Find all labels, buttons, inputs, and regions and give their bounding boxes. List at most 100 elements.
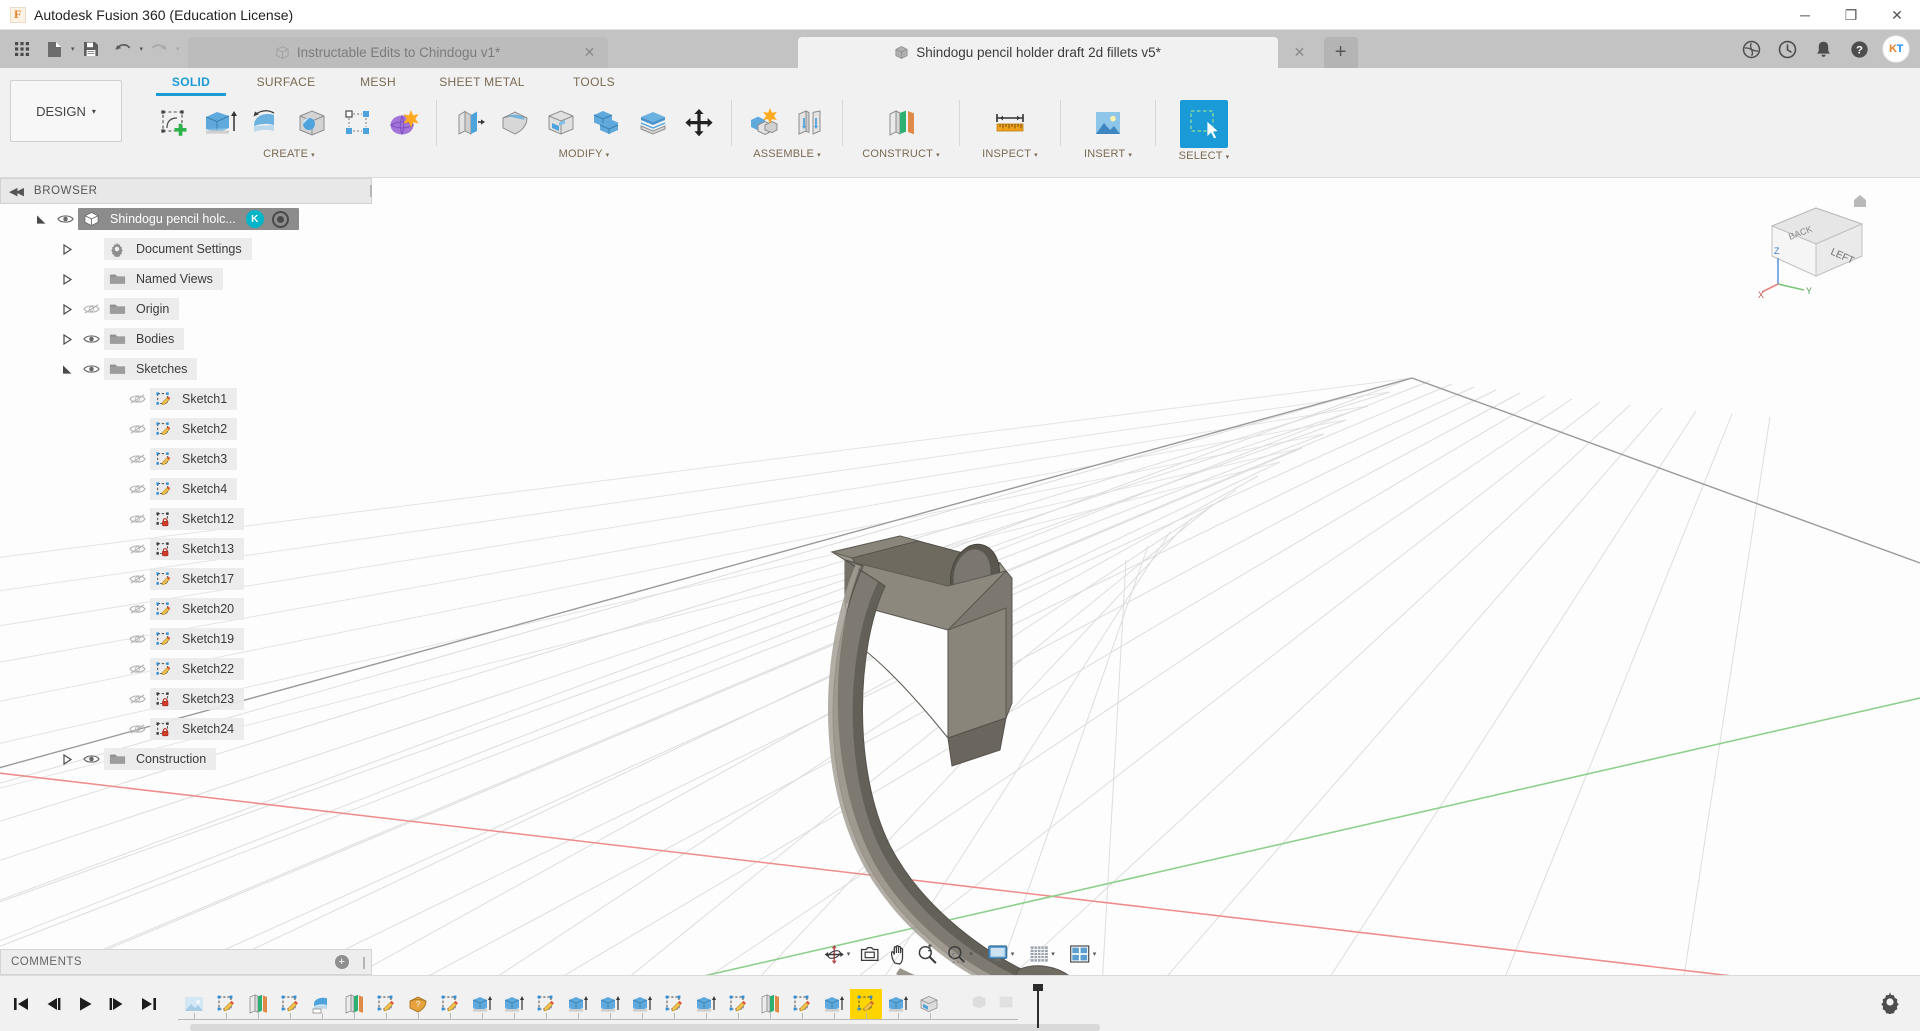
ribbon-tab-tools[interactable]: TOOLS: [544, 75, 644, 92]
browser-node-sketch22[interactable]: Sketch22: [0, 654, 378, 684]
ribbon-panel-modify-label[interactable]: MODIFY ▾: [559, 148, 610, 160]
go-to-beginning-button[interactable]: [6, 987, 36, 1021]
visibility-eye-icon[interactable]: [124, 418, 150, 440]
redo-icon[interactable]: [144, 34, 174, 64]
expand-arrow-closed-icon[interactable]: [56, 238, 78, 260]
browser-node-construction[interactable]: Construction: [0, 744, 378, 774]
expand-arrow-closed-icon[interactable]: [56, 748, 78, 770]
joint-button[interactable]: [788, 100, 832, 146]
visibility-eye-icon[interactable]: [124, 508, 150, 530]
view-cube[interactable]: BACK LEFT Z Y X: [1758, 190, 1878, 300]
display-settings-button[interactable]: ▾: [984, 941, 1018, 967]
visibility-eye-icon[interactable]: [124, 478, 150, 500]
undo-icon[interactable]: [108, 34, 138, 64]
timeline-scrollbar[interactable]: [190, 1024, 1100, 1031]
component-activate-icon[interactable]: [271, 210, 289, 228]
ribbon-panel-inspect-label[interactable]: INSPECT ▾: [982, 148, 1038, 160]
ribbon-panel-construct-label[interactable]: CONSTRUCT ▾: [862, 148, 940, 160]
browser-node-sketch3[interactable]: Sketch3: [0, 444, 378, 474]
display-settings-caret[interactable]: ▾: [1011, 950, 1015, 958]
browser-node-sketch4[interactable]: Sketch4: [0, 474, 378, 504]
browser-node-named-views[interactable]: Named Views: [0, 264, 378, 294]
grid-apps-icon[interactable]: [7, 34, 37, 64]
split-face-button[interactable]: [631, 100, 675, 146]
new-document-caret[interactable]: ▾: [71, 45, 75, 53]
visibility-eye-icon[interactable]: [124, 628, 150, 650]
press-pull-button[interactable]: [447, 100, 491, 146]
ribbon-panel-create-label[interactable]: CREATE ▾: [263, 148, 315, 160]
browser-node-sketch23[interactable]: Sketch23: [0, 684, 378, 714]
browser-collapse-icon[interactable]: ◀◀: [9, 185, 24, 198]
ribbon-tab-surface[interactable]: SURFACE: [236, 75, 336, 92]
minimize-button[interactable]: ─: [1782, 0, 1828, 30]
expand-arrow-open-icon[interactable]: [30, 208, 52, 230]
visibility-eye-icon[interactable]: [124, 658, 150, 680]
insert-image-button[interactable]: [1083, 100, 1133, 146]
step-back-button[interactable]: [38, 987, 68, 1021]
close-button[interactable]: ✕: [1874, 0, 1920, 30]
visibility-eye-icon[interactable]: [124, 568, 150, 590]
new-document-icon[interactable]: [39, 34, 69, 64]
offset-plane-button[interactable]: [874, 100, 928, 146]
browser-node-sketch20[interactable]: Sketch20: [0, 594, 378, 624]
shell-button[interactable]: [539, 100, 583, 146]
zoom-button[interactable]: [913, 941, 940, 967]
browser-node-sketch19[interactable]: Sketch19: [0, 624, 378, 654]
browser-node-sketch13[interactable]: Sketch13: [0, 534, 378, 564]
sphere-button[interactable]: [290, 100, 334, 146]
expand-arrow-closed-icon[interactable]: [56, 298, 78, 320]
visibility-eye-icon[interactable]: [124, 388, 150, 410]
pan-button[interactable]: [885, 941, 911, 967]
workspace-switcher[interactable]: DESIGN ▾: [10, 80, 122, 142]
timeline-settings-icon[interactable]: [1878, 990, 1904, 1017]
ribbon-panel-select-label[interactable]: SELECT ▾: [1179, 150, 1230, 162]
select-tool-button[interactable]: [1180, 100, 1228, 148]
pattern-button[interactable]: [336, 100, 380, 146]
browser-node-sketch24[interactable]: Sketch24: [0, 714, 378, 744]
revolve-button[interactable]: [244, 100, 288, 146]
job-status-icon[interactable]: [1738, 36, 1764, 62]
visibility-eye-icon[interactable]: [78, 298, 104, 320]
browser-node-sketch17[interactable]: Sketch17: [0, 564, 378, 594]
visibility-eye-icon[interactable]: [52, 208, 78, 230]
viewports-button[interactable]: ▾: [1066, 941, 1100, 967]
go-to-end-button[interactable]: [134, 987, 164, 1021]
add-comment-icon[interactable]: +: [335, 955, 349, 969]
ribbon-tab-solid[interactable]: SOLID: [146, 75, 236, 96]
ribbon-panel-insert-label[interactable]: INSERT ▾: [1084, 148, 1132, 160]
visibility-eye-icon[interactable]: [78, 748, 104, 770]
orbit-button[interactable]: ▾: [821, 941, 854, 967]
zoom-window-caret[interactable]: ▾: [969, 950, 973, 958]
form-button[interactable]: [382, 100, 426, 146]
avatar[interactable]: KT: [1882, 35, 1910, 63]
browser-node-bodies[interactable]: Bodies: [0, 324, 378, 354]
expand-arrow-closed-icon[interactable]: [56, 328, 78, 350]
visibility-eye-icon[interactable]: [124, 718, 150, 740]
visibility-eye-icon[interactable]: [124, 538, 150, 560]
combine-button[interactable]: [585, 100, 629, 146]
ribbon-tab-sheet-metal[interactable]: SHEET METAL: [420, 75, 544, 92]
zoom-window-button[interactable]: ▾: [942, 941, 976, 967]
document-tab-close-icon[interactable]: ✕: [1292, 44, 1308, 61]
browser-resize-grip[interactable]: [370, 185, 372, 197]
create-sketch-button[interactable]: [152, 100, 196, 146]
expand-arrow-open-icon[interactable]: [56, 358, 78, 380]
new-component-button[interactable]: [742, 100, 786, 146]
timeline-ghost-feature-icon[interactable]: [970, 992, 992, 1015]
comments-panel[interactable]: COMMENTS +: [0, 949, 372, 975]
grid-snaps-button[interactable]: ▾: [1025, 941, 1058, 967]
visibility-eye-icon[interactable]: [124, 448, 150, 470]
document-tab-shindogu[interactable]: Shindogu pencil holder draft 2d fillets …: [797, 37, 1305, 68]
save-icon[interactable]: [76, 34, 106, 64]
browser-node-sketches[interactable]: Sketches: [0, 354, 378, 384]
look-at-button[interactable]: [855, 941, 883, 967]
grid-snaps-caret[interactable]: ▾: [1051, 950, 1055, 958]
help-icon[interactable]: ?: [1846, 36, 1872, 62]
step-forward-button[interactable]: [102, 987, 132, 1021]
document-tab-instructable[interactable]: Instructable Edits to Chindogu v1* ✕: [187, 37, 608, 68]
extrude-button[interactable]: [198, 100, 242, 146]
browser-root-node[interactable]: Shindogu pencil holc... K: [0, 204, 378, 234]
recent-icon[interactable]: [1774, 36, 1800, 62]
orbit-caret[interactable]: ▾: [847, 950, 851, 958]
timeline-ghost-feature-icon-2[interactable]: [996, 992, 1018, 1015]
